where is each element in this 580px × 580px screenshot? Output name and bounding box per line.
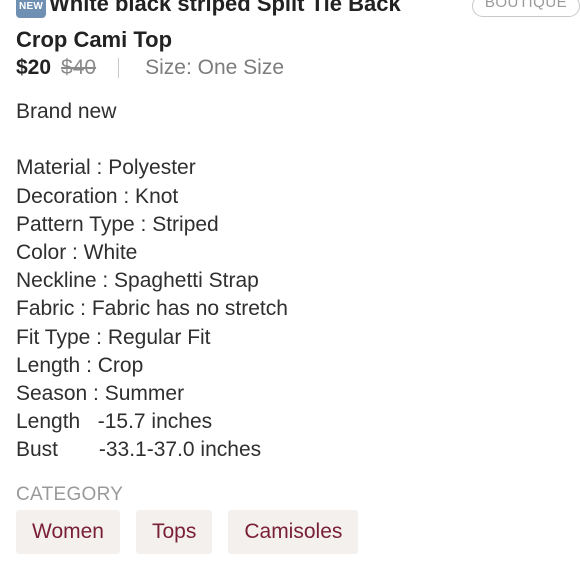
description-line: Color : White [16, 240, 138, 264]
description-line: Fit Type : Regular Fit [16, 325, 211, 349]
category-chip-camisoles[interactable]: Camisoles [228, 510, 359, 554]
description-line: Length : Crop [16, 353, 144, 377]
description-line: Decoration : Knot [16, 184, 179, 208]
description-line: Season : Summer [16, 381, 185, 405]
price-row: $20 $40 Size: One Size [16, 54, 284, 82]
description-line: Neckline : Spaghetti Strap [16, 269, 259, 293]
size-label: Size: One Size [145, 56, 284, 79]
original-price: $40 [61, 56, 97, 79]
category-chip-tops[interactable]: Tops [135, 510, 213, 554]
category-label: CATEGORY [16, 484, 124, 505]
description-line: Bust -33.1-37.0 inches [16, 438, 262, 462]
description-line: Material : Polyester [16, 156, 196, 180]
divider [118, 58, 120, 78]
new-badge: NEW [16, 0, 46, 18]
price: $20 [16, 56, 52, 79]
category-chip-women[interactable]: Women [16, 510, 120, 554]
description-line: Pattern Type : Striped [16, 212, 219, 236]
description-line: Brand new [16, 100, 117, 123]
boutique-tag: BOUTIQUE [472, 0, 580, 17]
description-line: Fabric : Fabric has no stretch [16, 297, 288, 321]
category-chips: Women Tops Camisoles [16, 510, 359, 554]
description-line: Length -15.7 inches [16, 410, 213, 434]
listing-title: White black striped Split Tie Back Crop … [16, 0, 401, 52]
description-line [16, 126, 566, 154]
description: Brand new Material : Polyester Decoratio… [16, 98, 566, 464]
